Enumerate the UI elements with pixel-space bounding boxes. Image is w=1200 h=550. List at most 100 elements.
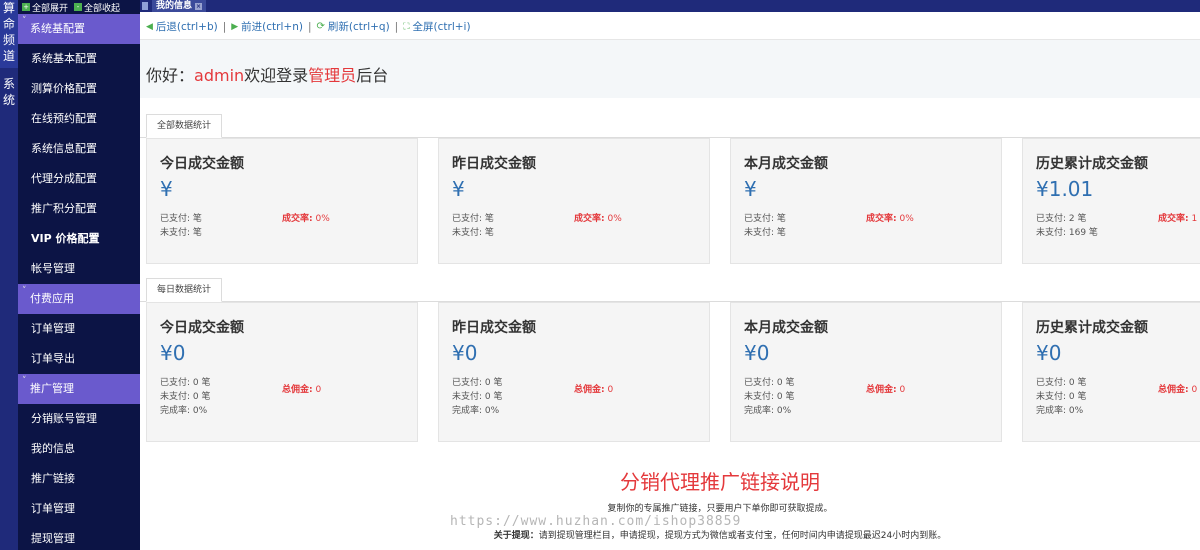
strip-char: 统	[2, 93, 15, 107]
explanation-line-2: 关于提现：请到提现管理栏目，申请提现，提现方式为微信或者支付宝，任何时间内申请提…	[140, 528, 1200, 541]
unpaid-count: 未支付: 笔	[452, 228, 494, 238]
daily-stats-section: 每日数据统计 今日成交金额 ¥0 已支付: 0 笔未支付: 0 笔完成率: 0% 总佣…	[140, 278, 1200, 442]
stat-title: 历史累计成交金额	[1036, 320, 1148, 336]
paid-count: 已支付: 0 笔	[744, 378, 795, 388]
stat-title: 昨日成交金额	[452, 320, 536, 336]
welcome-banner: 你好：admin欢迎登录管理员后台	[140, 40, 1200, 98]
paid-count: 已支付: 0 笔	[452, 378, 503, 388]
sidebar-item[interactable]: 订单导出	[18, 344, 140, 374]
stat-amount: ¥0	[452, 341, 478, 365]
channel-tab[interactable]: 算命频道	[0, 0, 18, 68]
rate-display: 成交率: 0%	[866, 211, 914, 224]
forward-button[interactable]: ▶ 前进(ctrl+n)	[231, 19, 303, 34]
close-icon[interactable]: ×	[195, 2, 203, 10]
sidebar-item[interactable]: 推广链接	[18, 464, 140, 494]
unpaid-count: 未支付: 0 笔	[744, 392, 795, 402]
unpaid-count: 未支付: 169 笔	[1036, 228, 1098, 238]
sidebar-group[interactable]: 系统基配置	[18, 6, 140, 44]
tab-scroll-handle[interactable]	[142, 2, 148, 10]
sidebar: +全部展开 -全部收起 系统基配置系统基本配置测算价格配置在线预约配置系统信息配…	[18, 0, 140, 550]
tab-label: 我的信息	[156, 1, 193, 11]
rate-value: 0	[315, 385, 322, 395]
sidebar-group[interactable]: 付费应用	[18, 276, 140, 314]
greeting-user: admin	[194, 66, 245, 85]
fullscreen-label: 全屏(ctrl+i)	[412, 21, 471, 33]
rate-label: 成交率:	[574, 214, 605, 224]
welcome-text: 你好：admin欢迎登录管理员后台	[146, 62, 388, 86]
sidebar-item[interactable]: 帐号管理	[18, 254, 140, 284]
sidebar-item[interactable]: 系统基本配置	[18, 44, 140, 74]
explanation-title: 分销代理推广链接说明	[620, 470, 820, 494]
rate-label: 总佣金:	[574, 385, 605, 395]
arrow-left-icon: ◀	[146, 21, 153, 32]
sidebar-item[interactable]: 分销账号管理	[18, 404, 140, 434]
greeting-role: 管理员	[308, 66, 357, 85]
stat-title: 今日成交金额	[160, 320, 244, 336]
separator: |	[394, 20, 399, 33]
daily-stats-tab[interactable]: 每日数据统计	[146, 278, 223, 302]
stat-amount: ¥0	[1036, 341, 1062, 365]
refresh-button[interactable]: ⟳ 刷新(ctrl+q)	[317, 19, 390, 34]
stat-card: 今日成交金额 ¥ 已支付: 笔未支付: 笔 成交率: 0%	[146, 138, 418, 264]
collapse-all-button[interactable]: - 全部收起	[74, 1, 120, 14]
all-stats-tab[interactable]: 全部数据统计	[146, 114, 223, 138]
stat-card: 历史累计成交金额 ¥1.01 已支付: 2 笔未支付: 169 笔 成交率: 1	[1022, 138, 1200, 264]
minus-icon: -	[74, 3, 83, 11]
rate-display: 总佣金: 0	[1158, 382, 1197, 395]
strip-char: 道	[2, 49, 15, 63]
sidebar-item[interactable]: 我的信息	[18, 434, 140, 464]
rate-value: 0%	[899, 214, 914, 224]
sidebar-item[interactable]: 提现管理	[18, 524, 140, 550]
greeting-middle: 欢迎登录	[244, 66, 309, 85]
strip-char: 算	[2, 1, 15, 15]
collapse-all-label: 全部收起	[84, 3, 121, 14]
paid-count: 已支付: 2 笔	[1036, 214, 1087, 224]
sidebar-group[interactable]: 推广管理	[18, 366, 140, 404]
explanation-line-1: 复制你的专属推广链接，只要用户下单你即可获取提成。	[607, 504, 833, 514]
channel-strip: 算命频道 系统	[0, 0, 18, 550]
strip-char: 频	[2, 33, 15, 47]
completion-rate: 完成率: 0%	[160, 406, 208, 416]
sidebar-item[interactable]: 订单管理	[18, 494, 140, 524]
rate-display: 成交率: 0%	[282, 211, 330, 224]
rate-value: 0	[899, 385, 906, 395]
sidebar-item[interactable]: VIP 价格配置	[18, 224, 140, 254]
system-tab[interactable]: 系统	[0, 76, 18, 108]
stat-amount: ¥	[160, 177, 173, 201]
greeting-suffix: 后台	[356, 66, 389, 85]
paid-count: 已支付: 0 笔	[160, 378, 211, 388]
expand-all-label: 全部展开	[32, 3, 69, 14]
arrow-right-icon: ▶	[231, 21, 239, 32]
sidebar-item[interactable]: 代理分成配置	[18, 164, 140, 194]
rate-value: 1	[1191, 214, 1198, 224]
rate-value: 0%	[315, 214, 330, 224]
strip-char: 命	[2, 17, 15, 31]
tab-bar: 我的信息 ×	[140, 0, 1200, 12]
sidebar-item[interactable]: 系统信息配置	[18, 134, 140, 164]
unpaid-count: 未支付: 笔	[744, 228, 786, 238]
fullscreen-button[interactable]: ⛶ 全屏(ctrl+i)	[403, 19, 470, 34]
separator: |	[222, 20, 227, 33]
stat-card: 历史累计成交金额 ¥0 已支付: 0 笔未支付: 0 笔完成率: 0% 总佣金: 0	[1022, 302, 1200, 442]
sidebar-item[interactable]: 推广积分配置	[18, 194, 140, 224]
rate-display: 总佣金: 0	[574, 382, 613, 395]
refresh-icon: ⟳	[316, 21, 325, 32]
rate-label: 成交率:	[1158, 214, 1189, 224]
sidebar-menu: 系统基配置系统基本配置测算价格配置在线预约配置系统信息配置代理分成配置推广积分配…	[18, 6, 140, 550]
stat-amount: ¥0	[744, 341, 770, 365]
sidebar-item[interactable]: 订单管理	[18, 314, 140, 344]
tab-my-info[interactable]: 我的信息 ×	[152, 0, 207, 12]
stat-card: 今日成交金额 ¥0 已支付: 0 笔未支付: 0 笔完成率: 0% 总佣金: 0	[146, 302, 418, 442]
back-button[interactable]: ◀ 后退(ctrl+b)	[146, 19, 218, 34]
rate-label: 总佣金:	[866, 385, 897, 395]
rate-display: 成交率: 0%	[574, 211, 622, 224]
sidebar-item[interactable]: 测算价格配置	[18, 74, 140, 104]
paid-count: 已支付: 笔	[744, 214, 786, 224]
completion-rate: 完成率: 0%	[744, 406, 792, 416]
forward-label: 前进(ctrl+n)	[241, 21, 303, 33]
completion-rate: 完成率: 0%	[452, 406, 500, 416]
sidebar-item[interactable]: 在线预约配置	[18, 104, 140, 134]
expand-all-button[interactable]: +全部展开	[22, 1, 68, 14]
stat-title: 历史累计成交金额	[1036, 156, 1148, 172]
paid-count: 已支付: 笔	[452, 214, 494, 224]
